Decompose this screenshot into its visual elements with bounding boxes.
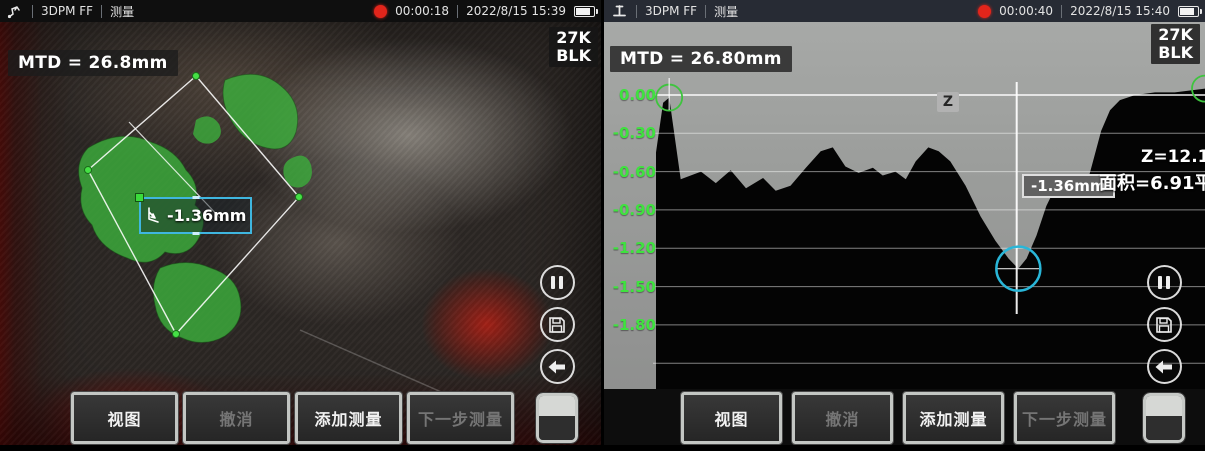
record-indicator-icon (978, 5, 991, 18)
profile-panel: 0.00-0.30-0.60-0.90-1.20-1.50-1.80 Z -1.… (604, 0, 1205, 451)
surface-crack-line (300, 330, 455, 398)
box-edge-tick (192, 232, 199, 235)
back-arrow-icon (1155, 360, 1173, 374)
divider (101, 5, 102, 18)
status-bar: 3DPM FF 测量 00:00:40 2022/8/15 15:40 (604, 0, 1205, 22)
y-axis-tick-label: -1.50 (612, 278, 656, 296)
pause-button[interactable] (1147, 265, 1182, 300)
divider (32, 5, 33, 18)
button-label: 下一步测量 (418, 406, 503, 430)
mode-label: 3DPM FF (41, 4, 93, 18)
next-measurement-button[interactable]: 下一步测量 (1014, 392, 1115, 444)
next-measurement-button[interactable]: 下一步测量 (407, 392, 514, 444)
add-measurement-button[interactable]: 添加测量 (903, 392, 1004, 444)
depth-result-box[interactable]: -1.36mm (139, 197, 252, 234)
scan-level-badge: 27K BLK (549, 27, 598, 67)
save-button[interactable] (540, 307, 575, 342)
letterbox-strip (604, 445, 1205, 451)
pause-button[interactable] (540, 265, 575, 300)
area-value-label: 面积=6.91平方毫米 (1099, 169, 1205, 195)
dual-view-screen: -1.36mm MTD = 26.8mm 27K BLK 3DPM FF 测量 … (0, 0, 1205, 451)
undo-button[interactable]: 撤消 (183, 392, 290, 444)
back-button[interactable] (540, 349, 575, 384)
pause-icon (551, 276, 563, 289)
back-arrow-icon (548, 360, 566, 374)
datetime: 2022/8/15 15:39 (466, 4, 566, 18)
y-axis-tick-label: -1.80 (612, 316, 656, 334)
save-icon (1155, 316, 1173, 334)
datetime: 2022/8/15 15:40 (1070, 4, 1170, 18)
side-action-column (536, 265, 578, 443)
depth-value-text: -1.36mm (167, 206, 246, 225)
view-button[interactable]: 视图 (681, 392, 782, 444)
profile-plane-icon (610, 3, 628, 19)
scan-mode: BLK (556, 47, 591, 65)
divider (705, 5, 706, 18)
button-label: 下一步测量 (1022, 406, 1107, 430)
depth-measure-icon (146, 206, 163, 225)
pause-icon (1158, 276, 1170, 289)
z-axis-marker: Z (937, 92, 959, 112)
defect-highlight-blob (153, 263, 241, 343)
record-time: 00:00:18 (395, 4, 449, 18)
battery-icon (574, 6, 595, 17)
y-axis-tick-label: -0.60 (612, 163, 656, 181)
probe-icon (6, 3, 24, 19)
defect-highlight-blob (193, 116, 221, 143)
button-label: 视图 (107, 406, 141, 430)
bottom-button-bar: 视图 撤消 添加测量 下一步测量 (681, 392, 1115, 444)
scan-mode: BLK (1158, 44, 1193, 62)
divider (457, 5, 458, 18)
button-label: 添加测量 (314, 406, 382, 430)
box-drag-handle[interactable] (135, 193, 144, 202)
divider (636, 5, 637, 18)
back-button[interactable] (1147, 349, 1182, 384)
scan-count: 27K (1158, 26, 1193, 44)
undo-button[interactable]: 撤消 (792, 392, 893, 444)
battery-icon (1178, 6, 1199, 17)
button-label: 撤消 (825, 406, 859, 430)
mtd-label: MTD = 26.80mm (610, 46, 792, 72)
depth-profile-chart (604, 22, 1205, 389)
split-view-bottom (539, 416, 575, 440)
y-axis-tick-label: -1.20 (612, 239, 656, 257)
record-indicator-icon (374, 5, 387, 18)
divider (1061, 5, 1062, 18)
camera-panel: -1.36mm MTD = 26.8mm 27K BLK 3DPM FF 测量 … (0, 0, 601, 451)
status-bar: 3DPM FF 测量 00:00:18 2022/8/15 15:39 (0, 0, 601, 22)
bottom-button-bar: 视图 撤消 添加测量 下一步测量 (71, 392, 514, 444)
view-button[interactable]: 视图 (71, 392, 178, 444)
scan-level-badge: 27K BLK (1151, 24, 1200, 64)
z-value-label: Z=12.14mm (1141, 147, 1205, 167)
letterbox-strip (0, 445, 601, 451)
add-measurement-button[interactable]: 添加测量 (295, 392, 402, 444)
split-view-top (1146, 396, 1182, 416)
menu-label[interactable]: 测量 (110, 3, 134, 20)
split-view-toggle[interactable] (536, 393, 578, 443)
button-label: 撤消 (219, 406, 253, 430)
y-axis-tick-label: -0.90 (612, 201, 656, 219)
y-axis-tick-label: 0.00 (612, 86, 656, 104)
y-axis-tick-label: -0.30 (612, 124, 656, 142)
save-icon (548, 316, 566, 334)
split-view-bottom (1146, 416, 1182, 440)
box-edge-tick (192, 196, 199, 199)
split-view-toggle[interactable] (1143, 393, 1185, 443)
save-button[interactable] (1147, 307, 1182, 342)
side-action-column (1143, 265, 1185, 443)
split-view-top (539, 396, 575, 416)
menu-label[interactable]: 测量 (714, 3, 738, 20)
scan-count: 27K (556, 29, 591, 47)
defect-highlight-blob (223, 74, 298, 149)
record-time: 00:00:40 (999, 4, 1053, 18)
button-label: 添加测量 (919, 406, 987, 430)
button-label: 视图 (714, 406, 748, 430)
mode-label: 3DPM FF (645, 4, 697, 18)
mtd-label: MTD = 26.8mm (8, 50, 178, 76)
